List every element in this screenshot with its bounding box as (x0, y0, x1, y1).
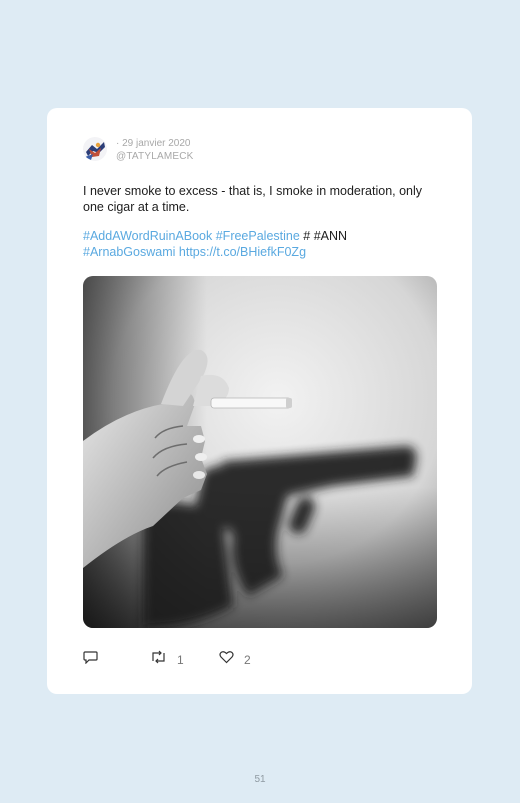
like-button[interactable]: 2 (219, 650, 251, 669)
plain-tags: # #ANN (299, 229, 348, 243)
retweet-icon (150, 650, 167, 669)
url-link[interactable]: https://t.co/BHiefkF0Zg (179, 245, 306, 259)
heart-icon (219, 650, 234, 669)
hashtag-link[interactable]: #ArnabGoswami (83, 245, 175, 259)
reply-button[interactable] (83, 650, 98, 669)
retweet-button[interactable]: 1 (150, 650, 184, 669)
retweet-count: 1 (177, 652, 184, 667)
cigarette-illustration (210, 397, 292, 409)
avatar[interactable] (83, 137, 107, 161)
tweet-body: I never smoke to excess - that is, I smo… (83, 183, 443, 260)
tweet-card: · 29 janvier 2020 @TATYLAMECK I never sm… (47, 108, 472, 694)
tweet-text: I never smoke to excess - that is, I smo… (83, 184, 423, 214)
hashtag-link[interactable]: #AddAWordRuinABook (83, 229, 212, 243)
like-count: 2 (244, 652, 251, 667)
tweet-photo[interactable] (83, 276, 437, 628)
tweet-date[interactable]: · 29 janvier 2020 (116, 137, 194, 150)
tweet-meta: · 29 janvier 2020 @TATYLAMECK (116, 137, 194, 163)
tweet-tags: #AddAWordRuinABook #FreePalestine # #ANN… (83, 228, 443, 260)
page-number: 51 (254, 774, 266, 785)
tweet-actions: 1 2 (83, 650, 443, 669)
hashtag-link[interactable]: #FreePalestine (216, 229, 300, 243)
user-handle[interactable]: @TATYLAMECK (116, 150, 194, 163)
reply-icon (83, 650, 98, 669)
